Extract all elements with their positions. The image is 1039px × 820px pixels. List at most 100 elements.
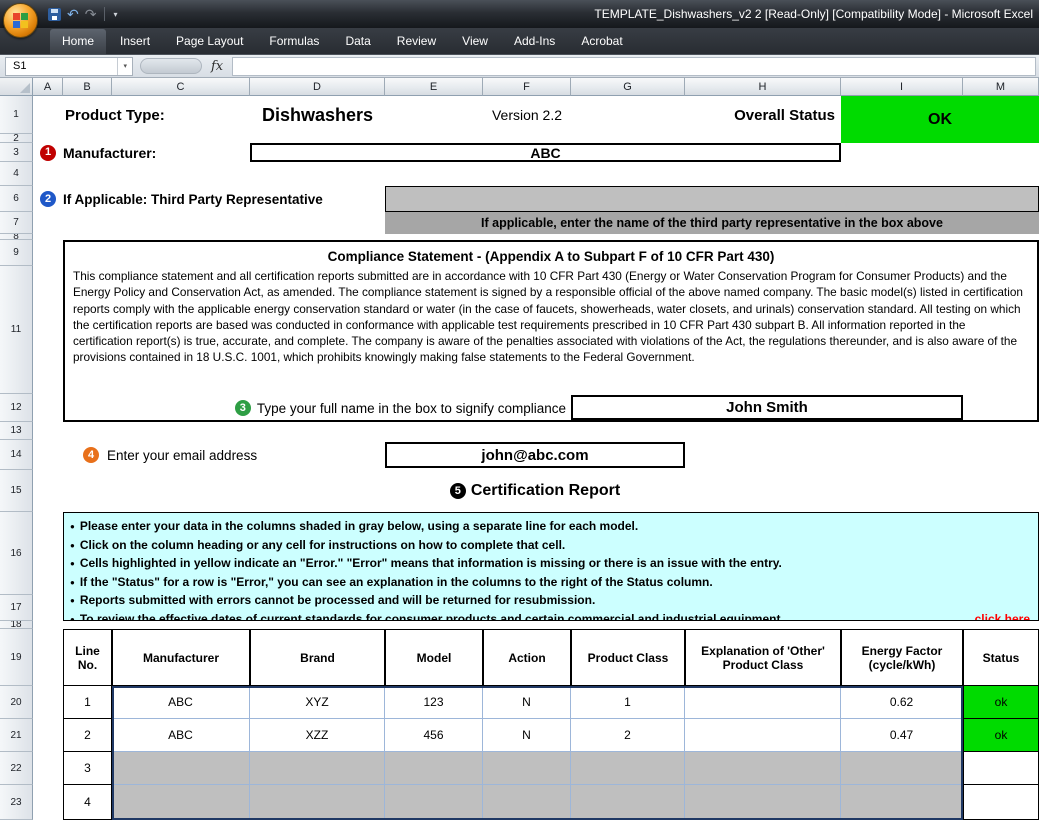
column-header-h[interactable]: H <box>685 78 841 96</box>
tab-formulas[interactable]: Formulas <box>257 29 331 54</box>
row-header[interactable]: 4 <box>0 162 33 186</box>
cell-energy-factor[interactable]: 0.47 <box>841 719 963 752</box>
row-header[interactable]: 9 <box>0 240 33 266</box>
column-header-m[interactable]: M <box>963 78 1039 96</box>
instruction-line: Please enter your data in the columns sh… <box>70 518 1030 537</box>
column-header-e[interactable]: E <box>385 78 483 96</box>
cell-action[interactable] <box>483 785 571 820</box>
tab-view[interactable]: View <box>450 29 500 54</box>
select-all-corner[interactable] <box>0 78 33 96</box>
column-header-d[interactable]: D <box>250 78 385 96</box>
cell-energy-factor[interactable] <box>841 752 963 785</box>
table-header-status[interactable]: Status <box>963 629 1039 686</box>
cell-model[interactable]: 123 <box>385 686 483 719</box>
row-header[interactable]: 2 <box>0 134 33 143</box>
step-2-badge: 2 <box>33 186 63 212</box>
cell-brand[interactable]: XZZ <box>250 719 385 752</box>
cell-line-number: 3 <box>63 752 112 785</box>
qat-dropdown-icon[interactable]: ▾ <box>113 10 117 19</box>
table-header-brand[interactable]: Brand <box>250 629 385 686</box>
cell-manufacturer[interactable] <box>112 785 250 820</box>
click-here-link[interactable]: click here <box>967 611 1030 622</box>
third-party-label: If Applicable: Third Party Representativ… <box>63 186 385 212</box>
table-header-product-class[interactable]: Product Class <box>571 629 685 686</box>
cell-model[interactable] <box>385 752 483 785</box>
cell-action[interactable]: N <box>483 686 571 719</box>
insert-function-icon[interactable]: fx <box>209 59 232 74</box>
table-header-model[interactable]: Model <box>385 629 483 686</box>
cell-explanation[interactable] <box>685 785 841 820</box>
cell-manufacturer[interactable]: ABC <box>112 719 250 752</box>
tab-review[interactable]: Review <box>385 29 448 54</box>
cell-action[interactable]: N <box>483 719 571 752</box>
third-party-input-cell[interactable] <box>385 186 1039 212</box>
cell-model[interactable]: 456 <box>385 719 483 752</box>
row-header[interactable]: 22 <box>0 752 33 785</box>
overall-status-cell: OK <box>841 96 1039 143</box>
cell-energy-factor[interactable]: 0.62 <box>841 686 963 719</box>
name-box[interactable]: S1 ▾ <box>5 57 133 76</box>
row-header[interactable]: 18 <box>0 621 33 629</box>
cell-product-class[interactable] <box>571 752 685 785</box>
cell-action[interactable] <box>483 752 571 785</box>
manufacturer-input-cell[interactable]: ABC <box>250 143 841 162</box>
column-header-b[interactable]: B <box>63 78 112 96</box>
row-header[interactable]: 6 <box>0 186 33 212</box>
tab-insert[interactable]: Insert <box>108 29 162 54</box>
signature-input-cell[interactable]: John Smith <box>571 395 963 420</box>
tab-add-ins[interactable]: Add-Ins <box>502 29 567 54</box>
row-header[interactable]: 1 <box>0 96 33 134</box>
row-header[interactable]: 20 <box>0 686 33 719</box>
email-input-cell[interactable]: john@abc.com <box>385 442 685 468</box>
column-header-a[interactable]: A <box>33 78 63 96</box>
formula-input[interactable] <box>232 57 1036 76</box>
row-header[interactable]: 15 <box>0 470 33 512</box>
row-header[interactable]: 7 <box>0 212 33 234</box>
cell-model[interactable] <box>385 785 483 820</box>
row-header[interactable]: 19 <box>0 629 33 686</box>
tab-data[interactable]: Data <box>333 29 382 54</box>
row-header[interactable]: 11 <box>0 266 33 394</box>
cell-manufacturer[interactable] <box>112 752 250 785</box>
instruction-line: Click on the column heading or any cell … <box>70 537 1030 556</box>
table-header-energy-factor[interactable]: Energy Factor (cycle/kWh) <box>841 629 963 686</box>
row-header[interactable]: 16 <box>0 512 33 595</box>
cell-brand[interactable] <box>250 785 385 820</box>
row-header[interactable]: 21 <box>0 719 33 752</box>
cell-manufacturer[interactable]: ABC <box>112 686 250 719</box>
undo-icon[interactable]: ↶ <box>67 7 79 21</box>
row-header[interactable]: 3 <box>0 143 33 162</box>
save-icon[interactable] <box>48 8 61 21</box>
tab-page-layout[interactable]: Page Layout <box>164 29 255 54</box>
name-box-dropdown-icon[interactable]: ▾ <box>117 58 132 75</box>
table-header-action[interactable]: Action <box>483 629 571 686</box>
column-header-g[interactable]: G <box>571 78 685 96</box>
table-header-manufacturer[interactable]: Manufacturer <box>112 629 250 686</box>
redo-icon[interactable]: ↷ <box>85 7 97 21</box>
cell-status <box>963 785 1039 820</box>
row-header[interactable]: 14 <box>0 440 33 470</box>
column-header-i[interactable]: I <box>841 78 963 96</box>
version-label: Version 2.2 <box>483 96 571 134</box>
cell-explanation[interactable] <box>685 686 841 719</box>
cell-explanation[interactable] <box>685 719 841 752</box>
table-header-explanation[interactable]: Explanation of 'Other' Product Class <box>685 629 841 686</box>
column-header-c[interactable]: C <box>112 78 250 96</box>
cell-energy-factor[interactable] <box>841 785 963 820</box>
cell-product-class[interactable] <box>571 785 685 820</box>
cell-brand[interactable]: XYZ <box>250 686 385 719</box>
row-header[interactable]: 13 <box>0 422 33 440</box>
column-header-f[interactable]: F <box>483 78 571 96</box>
table-header-line-no[interactable]: Line No. <box>63 629 112 686</box>
office-button[interactable] <box>3 3 38 38</box>
row-header[interactable]: 23 <box>0 785 33 820</box>
cell-explanation[interactable] <box>685 752 841 785</box>
tab-home[interactable]: Home <box>50 29 106 54</box>
third-party-hint: If applicable, enter the name of the thi… <box>385 212 1039 234</box>
cell-brand[interactable] <box>250 752 385 785</box>
tab-acrobat[interactable]: Acrobat <box>569 29 634 54</box>
cell-product-class[interactable]: 1 <box>571 686 685 719</box>
row-header[interactable]: 17 <box>0 595 33 621</box>
row-header[interactable]: 12 <box>0 394 33 422</box>
cell-product-class[interactable]: 2 <box>571 719 685 752</box>
